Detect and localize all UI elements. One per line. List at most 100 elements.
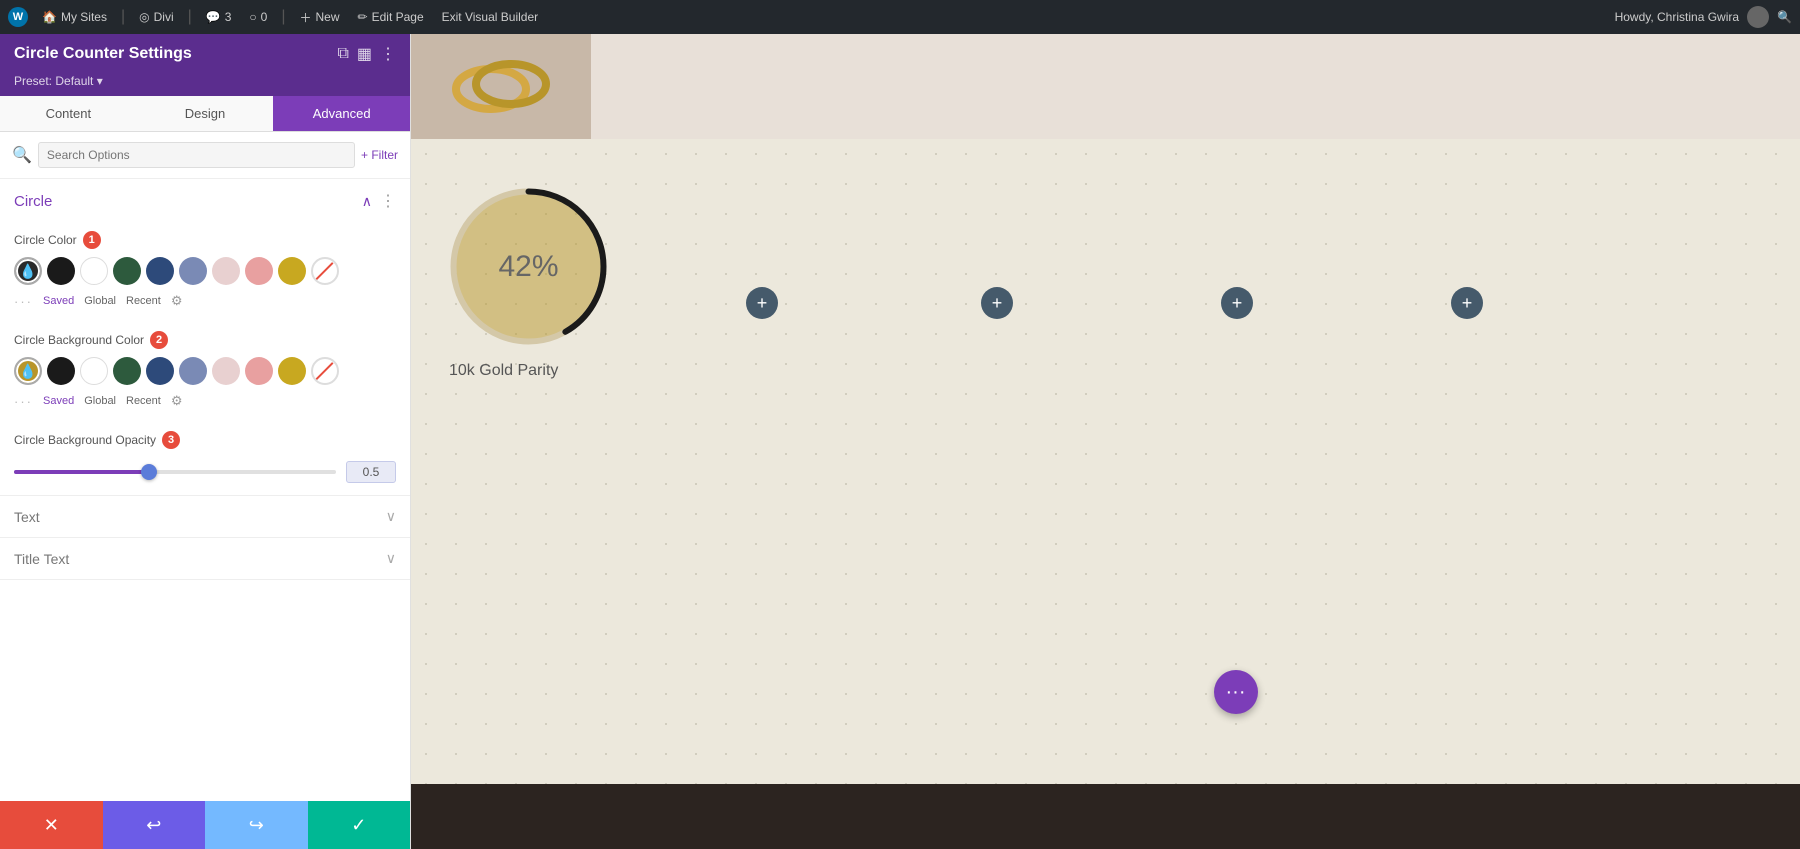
swatch-gold-1[interactable] [278, 257, 306, 285]
circle-counter-widget: 42% 10k Gold Parity [441, 179, 616, 380]
bottom-toolbar: ✕ ↩ ↪ ✓ [0, 801, 410, 849]
recent-label-2[interactable]: Recent [126, 395, 161, 407]
user-greeting: Howdy, Christina Gwira [1615, 10, 1739, 24]
swatch-transparent-1[interactable] [311, 257, 339, 285]
divi-btn[interactable]: ◎ Divi [135, 8, 177, 26]
dots-background [411, 139, 1800, 784]
plus-button-4[interactable]: + [1451, 287, 1483, 319]
swatch-white-2[interactable] [80, 357, 108, 385]
circle-bg-color-row: Circle Background Color 2 💧 ··· [0, 323, 410, 423]
global-label-1[interactable]: Global [84, 295, 116, 307]
cancel-button[interactable]: ✕ [0, 801, 103, 849]
circle-bg-color-swatches: 💧 [14, 357, 396, 385]
canvas-footer [411, 784, 1800, 849]
sidebar-title: Circle Counter Settings [14, 45, 192, 63]
opacity-value-input[interactable]: 0.5 [346, 461, 396, 483]
color-settings-icon-2[interactable]: ⚙ [171, 393, 183, 409]
text-section[interactable]: Text ∨ [0, 496, 410, 538]
swatch-green-1[interactable] [113, 257, 141, 285]
redo-button[interactable]: ↪ [205, 801, 308, 849]
opacity-slider-thumb[interactable] [141, 464, 157, 480]
undo-button[interactable]: ↩ [103, 801, 206, 849]
circle-bg-opacity-row: Circle Background Opacity 3 0.5 [0, 423, 410, 495]
swatch-pink-1[interactable] [212, 257, 240, 285]
circle-section-menu-icon[interactable]: ⋮ [380, 191, 396, 211]
color-settings-icon-1[interactable]: ⚙ [171, 293, 183, 309]
circle-section-header[interactable]: Circle ∧ ⋮ [0, 179, 410, 223]
grid-icon[interactable]: ▦ [357, 44, 372, 64]
my-sites-btn[interactable]: 🏠 My Sites [38, 8, 111, 26]
swatch-black-1[interactable] [47, 257, 75, 285]
comments-btn[interactable]: 💬 3 [202, 8, 236, 26]
swatch-lavender-1[interactable] [179, 257, 207, 285]
tab-design[interactable]: Design [137, 96, 274, 131]
circle-color-badge: 1 [83, 231, 101, 249]
canvas: 42% 10k Gold Parity + + + + ··· [411, 34, 1800, 849]
divi-icon: ◎ [139, 10, 149, 24]
saved-label-1[interactable]: Saved [43, 295, 74, 307]
top-bar-right: Howdy, Christina Gwira 🔍 [1615, 6, 1792, 28]
circle-percent: 42% [498, 250, 558, 284]
bubble-icon: ○ [249, 10, 256, 24]
sidebar-header-icons: ⧉ ▦ ⋮ [337, 44, 396, 64]
canvas-top [411, 34, 1800, 139]
title-text-section[interactable]: Title Text ∨ [0, 538, 410, 580]
circle-bg-opacity-label: Circle Background Opacity 3 [14, 431, 396, 449]
minimize-icon[interactable]: ⧉ [337, 45, 348, 63]
circle-section: Circle ∧ ⋮ Circle Color 1 💧 [0, 179, 410, 496]
wordpress-icon[interactable]: W [8, 7, 28, 27]
swatch-gold-2[interactable] [278, 357, 306, 385]
sidebar-header: Circle Counter Settings ⧉ ▦ ⋮ [0, 34, 410, 74]
more-dots-1[interactable]: ··· [14, 294, 33, 309]
plus-button-2[interactable]: + [981, 287, 1013, 319]
canvas-image [411, 34, 591, 139]
more-dots-2[interactable]: ··· [14, 394, 33, 409]
edit-page-btn[interactable]: ✏ Edit Page [354, 8, 428, 26]
saved-bar-2: ··· Saved Global Recent ⚙ [14, 391, 396, 415]
floating-action-button[interactable]: ··· [1214, 670, 1258, 714]
search-icon[interactable]: 🔍 [1777, 10, 1792, 24]
saved-label-2[interactable]: Saved [43, 395, 74, 407]
eyedropper-swatch-2[interactable]: 💧 [14, 357, 42, 385]
search-bar: 🔍 + Filter [0, 132, 410, 179]
global-label-2[interactable]: Global [84, 395, 116, 407]
circle-color-label: Circle Color 1 [14, 231, 396, 249]
text-chevron-icon: ∨ [386, 508, 396, 525]
tab-content[interactable]: Content [0, 96, 137, 131]
plus-button-1[interactable]: + [746, 287, 778, 319]
plus-button-3[interactable]: + [1221, 287, 1253, 319]
comment-icon: 💬 [206, 10, 221, 24]
recent-label-1[interactable]: Recent [126, 295, 161, 307]
eyedropper-swatch-1[interactable]: 💧 [14, 257, 42, 285]
swatch-navy-2[interactable] [146, 357, 174, 385]
top-bar: W 🏠 My Sites | ◎ Divi | 💬 3 ○ 0 | ＋ New … [0, 0, 1800, 34]
saved-bar-1: ··· Saved Global Recent ⚙ [14, 291, 396, 315]
save-button[interactable]: ✓ [308, 801, 411, 849]
filter-button[interactable]: + Filter [361, 148, 398, 162]
swatch-lavender-2[interactable] [179, 357, 207, 385]
circle-bg-color-label: Circle Background Color 2 [14, 331, 396, 349]
exit-visual-builder-btn[interactable]: Exit Visual Builder [438, 8, 543, 26]
swatch-pink-2[interactable] [212, 357, 240, 385]
opacity-slider-row: 0.5 [14, 457, 396, 487]
opacity-slider-track[interactable] [14, 470, 336, 474]
title-text-chevron-icon: ∨ [386, 550, 396, 567]
chevron-up-icon[interactable]: ∧ [362, 193, 372, 210]
swatch-transparent-2[interactable] [311, 357, 339, 385]
swatch-black-2[interactable] [47, 357, 75, 385]
new-btn[interactable]: ＋ New [296, 7, 344, 28]
swatch-white-1[interactable] [80, 257, 108, 285]
user-avatar[interactable] [1747, 6, 1769, 28]
swatch-rose-2[interactable] [245, 357, 273, 385]
more-options-icon[interactable]: ⋮ [380, 44, 396, 64]
swatch-navy-1[interactable] [146, 257, 174, 285]
swatch-green-2[interactable] [113, 357, 141, 385]
tab-advanced[interactable]: Advanced [273, 96, 410, 131]
circle-bg-opacity-badge: 3 [162, 431, 180, 449]
search-input[interactable] [38, 142, 355, 168]
preset-bar[interactable]: Preset: Default ▾ [0, 74, 410, 96]
search-icon: 🔍 [12, 145, 32, 165]
main-area: Circle Counter Settings ⧉ ▦ ⋮ Preset: De… [0, 34, 1800, 849]
bubbles-btn[interactable]: ○ 0 [245, 8, 271, 26]
swatch-rose-1[interactable] [245, 257, 273, 285]
